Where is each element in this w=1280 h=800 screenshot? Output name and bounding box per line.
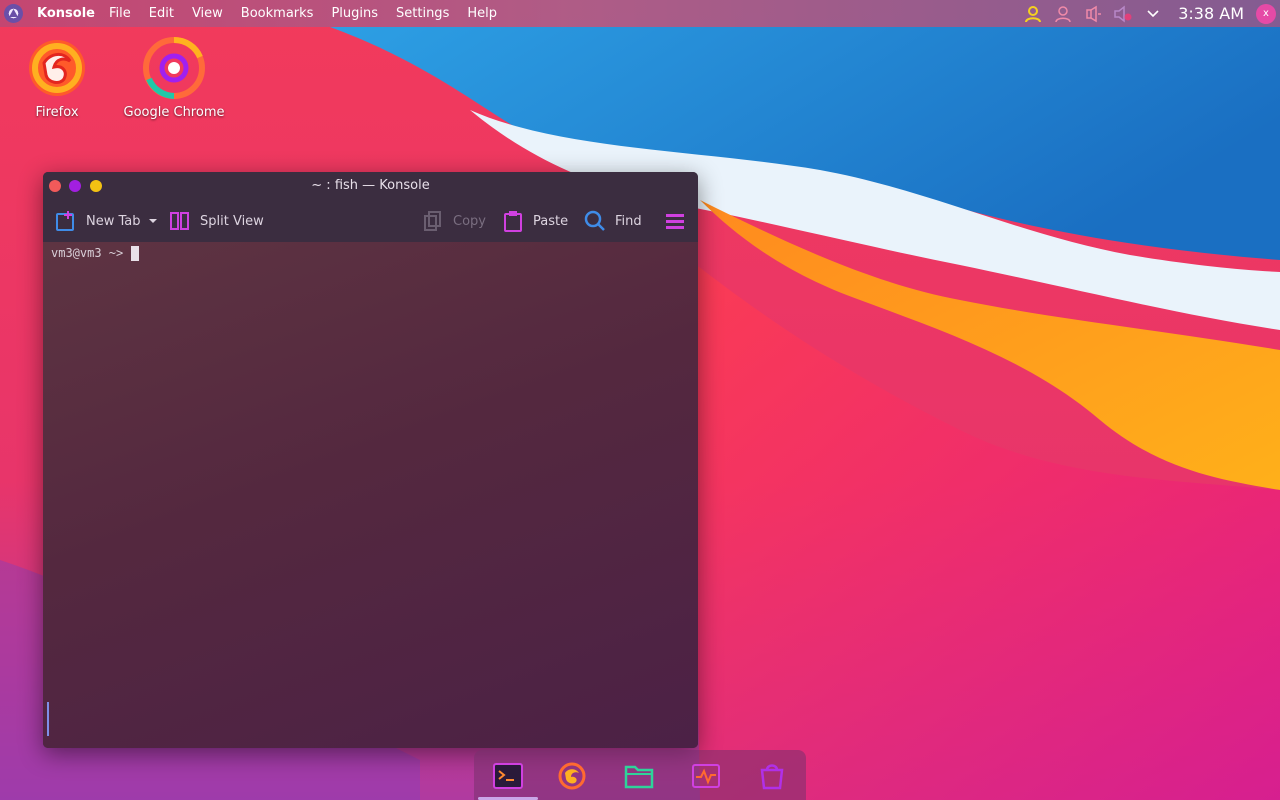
dock-item-firefox[interactable] (554, 758, 590, 794)
avatar[interactable]: x (1256, 3, 1276, 24)
dock (474, 750, 806, 800)
hamburger-menu-button[interactable] (664, 209, 686, 233)
clock[interactable]: 3:38 AM (1178, 4, 1244, 23)
window-title: ~ : fish — Konsole (311, 178, 430, 193)
dock-item-terminal[interactable] (490, 758, 526, 794)
system-monitor-icon (692, 764, 720, 788)
find-button[interactable]: Find (584, 209, 642, 233)
split-view-button[interactable]: Split View (169, 209, 264, 233)
paste-icon (504, 211, 522, 232)
new-tab-icon (56, 211, 74, 231)
split-view-icon (170, 212, 189, 230)
terminal-prompt: vm3@vm3 ~> (51, 246, 124, 260)
desktop-icon-google-chrome[interactable]: Google Chrome (119, 35, 229, 120)
copy-label: Copy (453, 213, 486, 229)
desktop-icon-label: Firefox (35, 105, 79, 120)
menu-plugins[interactable]: Plugins (322, 0, 387, 27)
new-tab-button[interactable]: New Tab (55, 209, 141, 233)
terminal-icon (493, 763, 523, 789)
terminal-input-marker (47, 702, 49, 736)
chrome-icon (141, 35, 207, 101)
hamburger-menu-icon (666, 214, 684, 229)
avatar-initial: x (1263, 8, 1269, 19)
search-icon (584, 210, 605, 231)
network-icon[interactable] (1082, 3, 1104, 25)
konsole-window: ~ : fish — Konsole New Tab Split View Co… (43, 172, 698, 748)
menu-bookmarks[interactable]: Bookmarks (232, 0, 323, 27)
plasma-launcher-icon[interactable] (4, 4, 23, 23)
copy-button[interactable]: Copy (422, 209, 486, 233)
menu-settings[interactable]: Settings (387, 0, 458, 27)
active-app-name[interactable]: Konsole (37, 6, 95, 21)
chevron-down-icon[interactable] (1142, 3, 1164, 25)
volume-muted-icon[interactable] (1112, 3, 1134, 25)
desktop-icon-label: Google Chrome (123, 105, 225, 120)
files-icon (624, 765, 654, 789)
menu-file[interactable]: File (100, 0, 140, 27)
paste-label: Paste (533, 213, 569, 229)
desktop-icon-firefox[interactable]: Firefox (2, 35, 112, 120)
menu-view[interactable]: View (183, 0, 232, 27)
terminal-area[interactable]: vm3@vm3 ~> (43, 242, 698, 748)
firefox-icon (558, 762, 586, 790)
window-titlebar[interactable]: ~ : fish — Konsole (43, 172, 698, 200)
caret-down-icon (149, 219, 157, 223)
dock-item-files[interactable] (621, 758, 657, 794)
menu-edit[interactable]: Edit (140, 0, 183, 27)
dock-item-store[interactable] (754, 758, 790, 794)
top-panel: Konsole File Edit View Bookmarks Plugins… (0, 0, 1280, 27)
new-tab-dropdown[interactable] (147, 209, 159, 233)
paste-button[interactable]: Paste (502, 209, 568, 233)
find-label: Find (615, 213, 642, 229)
konsole-toolbar: New Tab Split View Copy Paste Find (43, 200, 698, 242)
new-tab-label: New Tab (86, 213, 141, 229)
firefox-icon (24, 35, 90, 101)
system-tray: 3:38 AM x (1014, 0, 1280, 27)
user-outline-icon[interactable] (1052, 3, 1074, 25)
terminal-cursor (131, 245, 140, 261)
user-icon[interactable] (1022, 3, 1044, 25)
menu-help[interactable]: Help (458, 0, 506, 27)
copy-icon (424, 211, 441, 231)
store-icon (760, 764, 784, 790)
split-view-label: Split View (200, 213, 264, 229)
dock-item-system-monitor[interactable] (688, 758, 724, 794)
terminal-prompt-line: vm3@vm3 ~> (51, 245, 140, 261)
